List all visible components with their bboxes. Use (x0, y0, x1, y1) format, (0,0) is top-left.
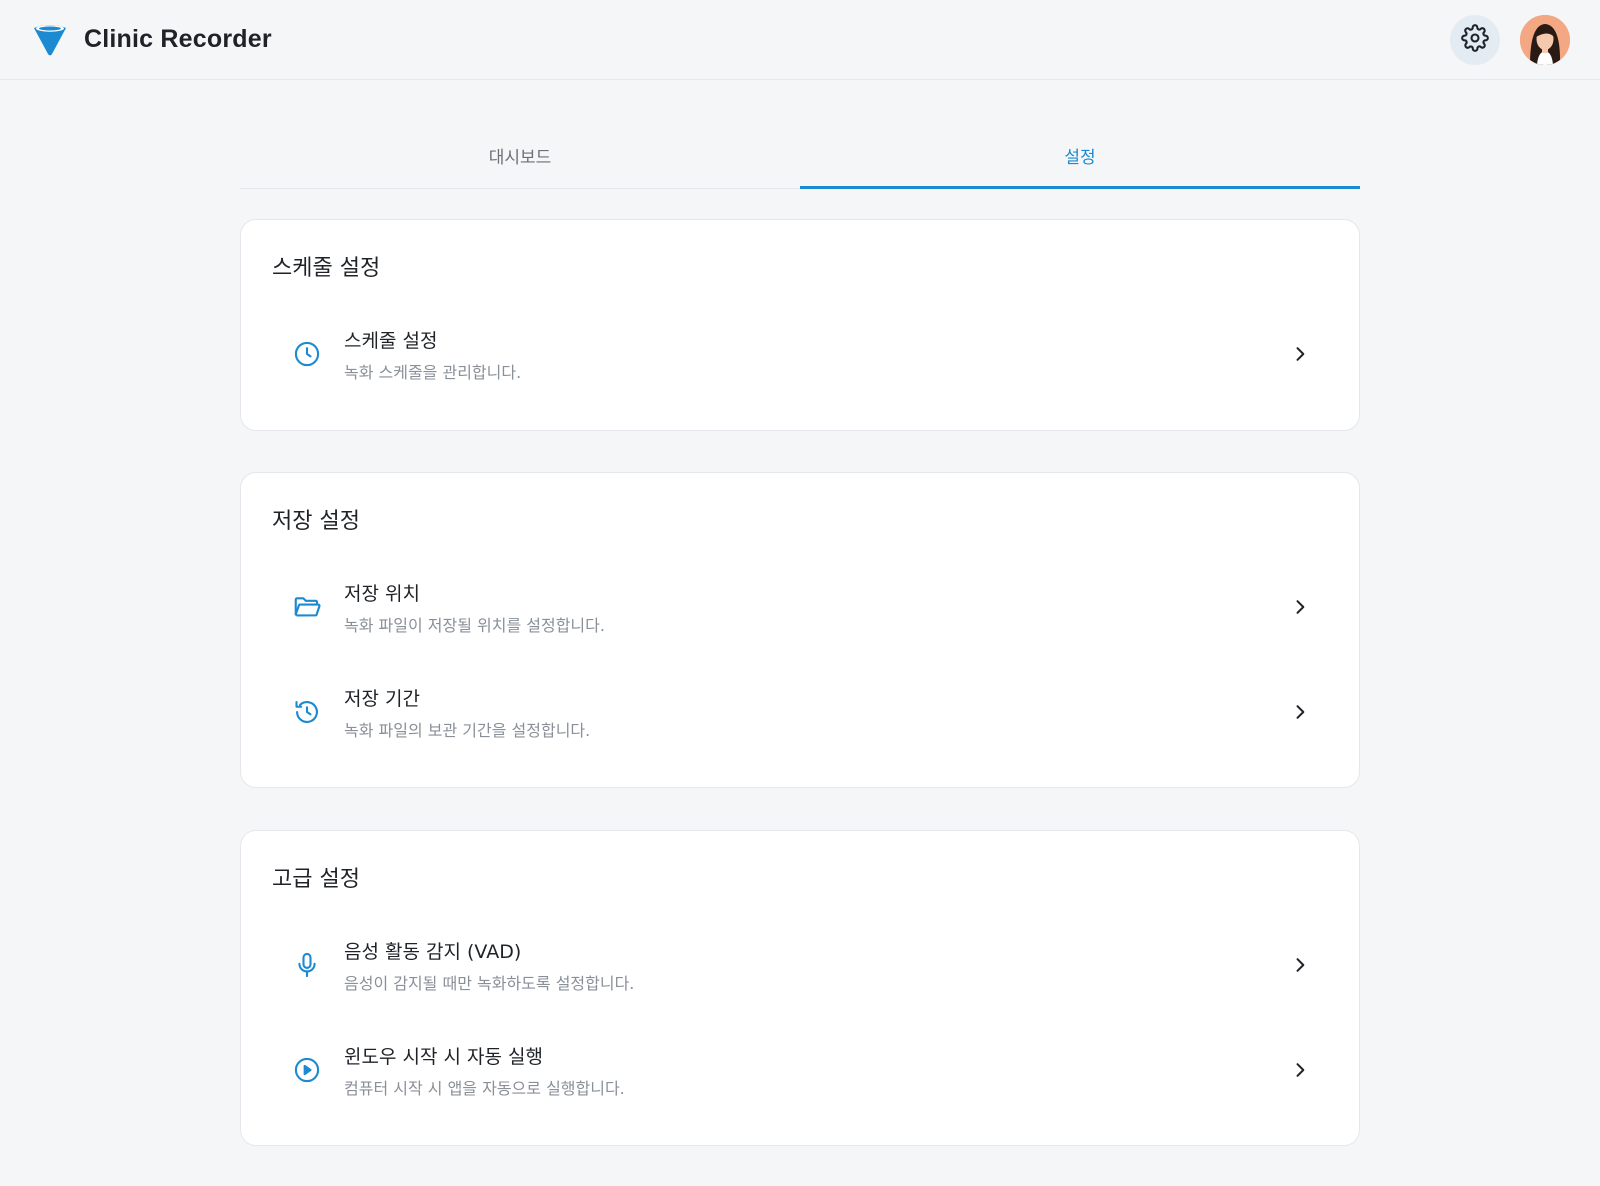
tab-bar: 대시보드 설정 (240, 128, 1360, 189)
section-title: 스케줄 설정 (272, 256, 381, 281)
header-actions (1450, 14, 1570, 65)
row-description: 녹화 스케줄을 관리합니다. (344, 362, 522, 382)
chevron-right-icon (1285, 1055, 1315, 1085)
row-description: 녹화 파일의 보관 기간을 설정합니다. (344, 720, 591, 740)
row-text: 저장 기간 녹화 파일의 보관 기간을 설정합니다. (344, 684, 1285, 741)
play-circle-icon (290, 1053, 324, 1087)
row-label: 음성 활동 감지 (VAD) (344, 940, 522, 963)
autostart-row[interactable]: 윈도우 시작 시 자동 실행 컴퓨터 시작 시 앱을 자동으로 실행합니다. (272, 1030, 1328, 1110)
advanced-settings-card: 고급 설정 음성 활동 감지 (VAD) 음성이 감지될 때만 녹화하도록 설정… (240, 830, 1360, 1146)
row-label: 저장 위치 (344, 582, 420, 605)
schedule-settings-card: 스케줄 설정 스케줄 설정 녹화 스케줄을 관리합니다. (240, 219, 1360, 431)
microphone-icon (290, 948, 324, 982)
row-text: 윈도우 시작 시 자동 실행 컴퓨터 시작 시 앱을 자동으로 실행합니다. (344, 1042, 1285, 1099)
row-text: 저장 위치 녹화 파일이 저장될 위치를 설정합니다. (344, 579, 1285, 636)
row-label: 윈도우 시작 시 자동 실행 (344, 1045, 543, 1068)
schedule-settings-row[interactable]: 스케줄 설정 녹화 스케줄을 관리합니다. (272, 314, 1328, 394)
history-icon (290, 695, 324, 729)
storage-location-row[interactable]: 저장 위치 녹화 파일이 저장될 위치를 설정합니다. (272, 567, 1328, 647)
app-header: Clinic Recorder (0, 0, 1600, 80)
section-title: 저장 설정 (272, 509, 360, 534)
brand: Clinic Recorder (30, 20, 272, 60)
funnel-logo-icon (30, 20, 70, 60)
storage-settings-card: 저장 설정 저장 위치 녹화 파일이 저장될 위치를 설정합니다. 저장 기간 … (240, 472, 1360, 788)
row-description: 음성이 감지될 때만 녹화하도록 설정합니다. (344, 973, 635, 993)
section-title: 고급 설정 (272, 867, 360, 892)
tab-dashboard[interactable]: 대시보드 (240, 128, 800, 188)
row-description: 녹화 파일이 저장될 위치를 설정합니다. (344, 615, 605, 635)
row-label: 스케줄 설정 (344, 329, 438, 352)
chevron-right-icon (1285, 339, 1315, 369)
chevron-right-icon (1285, 697, 1315, 727)
settings-button[interactable] (1450, 14, 1500, 65)
storage-period-row[interactable]: 저장 기간 녹화 파일의 보관 기간을 설정합니다. (272, 672, 1328, 752)
clock-icon (290, 337, 324, 371)
row-label: 저장 기간 (344, 687, 420, 710)
row-description: 컴퓨터 시작 시 앱을 자동으로 실행합니다. (344, 1078, 625, 1098)
gear-icon (1461, 23, 1489, 56)
row-text: 스케줄 설정 녹화 스케줄을 관리합니다. (344, 326, 1285, 383)
chevron-right-icon (1285, 950, 1315, 980)
folder-open-icon (290, 590, 324, 624)
chevron-right-icon (1285, 592, 1315, 622)
user-avatar[interactable] (1520, 14, 1570, 65)
tab-settings[interactable]: 설정 (800, 128, 1360, 189)
row-text: 음성 활동 감지 (VAD) 음성이 감지될 때만 녹화하도록 설정합니다. (344, 937, 1285, 994)
app-title: Clinic Recorder (84, 25, 272, 53)
vad-row[interactable]: 음성 활동 감지 (VAD) 음성이 감지될 때만 녹화하도록 설정합니다. (272, 925, 1328, 1005)
